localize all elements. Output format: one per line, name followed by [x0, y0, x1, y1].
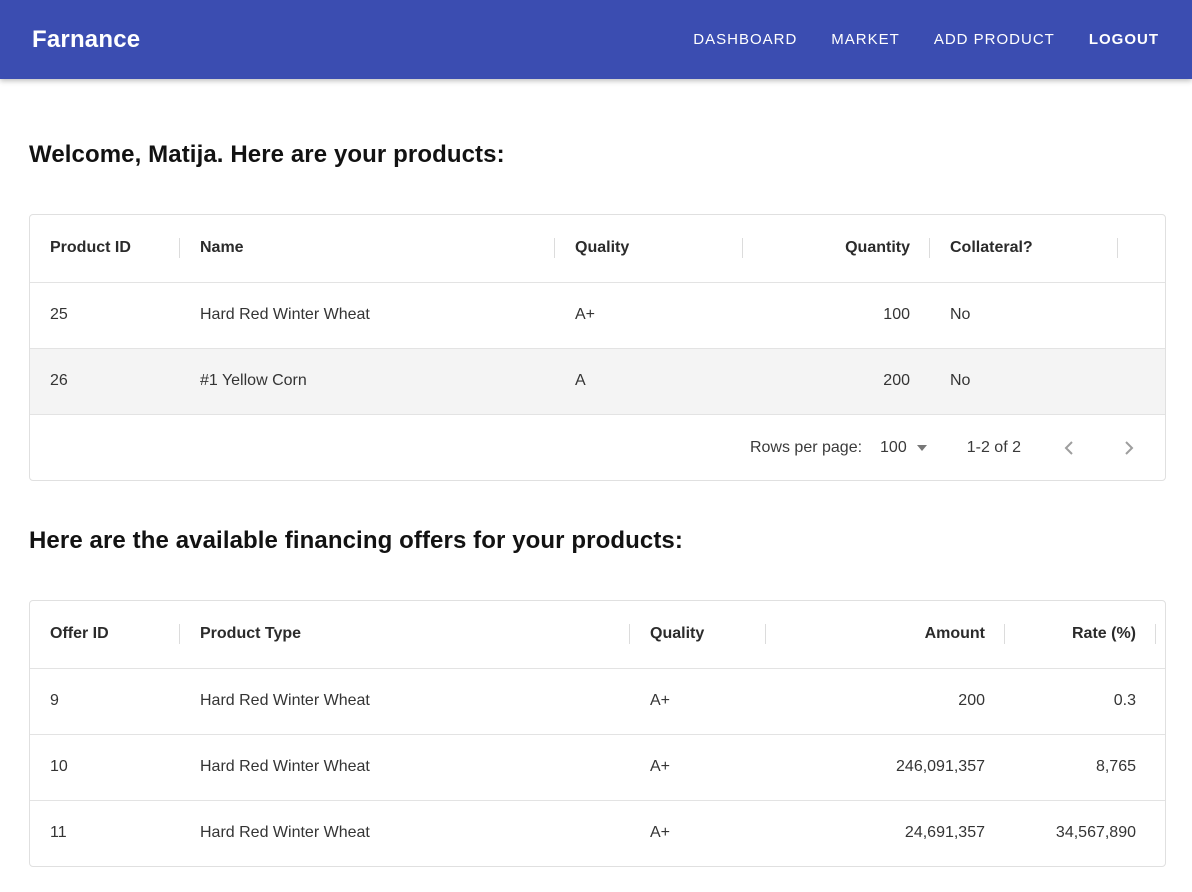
cell-product-id: 25 [30, 282, 180, 348]
previous-page-button[interactable] [1057, 436, 1081, 460]
offers-table-card: Offer ID Product Type Quality Amount Rat… [29, 600, 1166, 867]
cell-name: Hard Red Winter Wheat [180, 282, 555, 348]
nav-item-dashboard[interactable]: DASHBOARD [693, 31, 797, 48]
offers-table: Offer ID Product Type Quality Amount Rat… [30, 601, 1166, 866]
col-quality: Quality [555, 215, 743, 282]
table-row: 26 #1 Yellow Corn A 200 No [30, 348, 1166, 414]
offers-heading: Here are the available financing offers … [29, 527, 1166, 555]
offers-header-row: Offer ID Product Type Quality Amount Rat… [30, 601, 1166, 668]
col-amount: Amount [766, 601, 1005, 668]
app-navbar: Farnance DASHBOARD MARKET ADD PRODUCT LO… [0, 0, 1192, 79]
col-collateral: Collateral? [930, 215, 1118, 282]
col-product-id: Product ID [30, 215, 180, 282]
cell-product-type: Hard Red Winter Wheat [180, 734, 630, 800]
cell-amount: 200 [766, 668, 1005, 734]
cell-amount: 246,091,357 [766, 734, 1005, 800]
col-spacer [1156, 601, 1166, 668]
cell-collateral: No [930, 282, 1118, 348]
chevron-down-icon [917, 445, 927, 451]
next-page-button[interactable] [1117, 436, 1141, 460]
cell-name: #1 Yellow Corn [180, 348, 555, 414]
cell-collateral: No [930, 348, 1118, 414]
col-rate: Rate (%) [1005, 601, 1156, 668]
cell-rate: 8,765 [1005, 734, 1156, 800]
col-spacer [1118, 215, 1166, 282]
cell-quantity: 100 [743, 282, 930, 348]
products-table: Product ID Name Quality Quantity Collate… [30, 215, 1166, 414]
cell-quality: A [555, 348, 743, 414]
brand-logo[interactable]: Farnance [32, 26, 140, 54]
nav-item-add-product[interactable]: ADD PRODUCT [934, 31, 1055, 48]
cell-quality: A+ [630, 734, 766, 800]
cell-quantity: 200 [743, 348, 930, 414]
table-row: 9 Hard Red Winter Wheat A+ 200 0.3 [30, 668, 1166, 734]
cell-quality: A+ [555, 282, 743, 348]
cell-product-type: Hard Red Winter Wheat [180, 668, 630, 734]
table-row: 25 Hard Red Winter Wheat A+ 100 No [30, 282, 1166, 348]
col-offer-id: Offer ID [30, 601, 180, 668]
cell-rate: 0.3 [1005, 668, 1156, 734]
table-row: 11 Hard Red Winter Wheat A+ 24,691,357 3… [30, 800, 1166, 866]
nav-item-logout[interactable]: LOGOUT [1089, 31, 1159, 48]
rows-per-page-label: Rows per page: [750, 439, 862, 457]
cell-amount: 24,691,357 [766, 800, 1005, 866]
products-heading: Welcome, Matija. Here are your products: [29, 141, 1166, 169]
chevron-right-icon [1117, 436, 1141, 460]
nav-item-market[interactable]: MARKET [831, 31, 900, 48]
main-nav: DASHBOARD MARKET ADD PRODUCT LOGOUT [693, 31, 1159, 48]
products-table-card: Product ID Name Quality Quantity Collate… [29, 214, 1166, 481]
rows-per-page-value: 100 [880, 439, 907, 457]
page-content: Welcome, Matija. Here are your products:… [0, 141, 1192, 867]
cell-rate: 34,567,890 [1005, 800, 1156, 866]
rows-per-page-select[interactable]: 100 [880, 439, 927, 457]
cell-quality: A+ [630, 800, 766, 866]
cell-product-id: 26 [30, 348, 180, 414]
col-name: Name [180, 215, 555, 282]
cell-product-type: Hard Red Winter Wheat [180, 800, 630, 866]
cell-offer-id: 10 [30, 734, 180, 800]
products-header-row: Product ID Name Quality Quantity Collate… [30, 215, 1166, 282]
cell-quality: A+ [630, 668, 766, 734]
chevron-left-icon [1057, 436, 1081, 460]
col-quantity: Quantity [743, 215, 930, 282]
cell-offer-id: 11 [30, 800, 180, 866]
col-quality: Quality [630, 601, 766, 668]
col-product-type: Product Type [180, 601, 630, 668]
cell-offer-id: 9 [30, 668, 180, 734]
table-row: 10 Hard Red Winter Wheat A+ 246,091,357 … [30, 734, 1166, 800]
pagination-bar: Rows per page: 100 1-2 of 2 [30, 414, 1165, 480]
pagination-range: 1-2 of 2 [967, 439, 1021, 457]
